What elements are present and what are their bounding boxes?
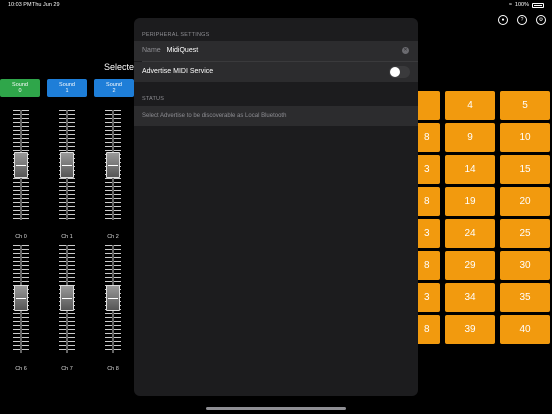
sound-button-number: 0	[18, 88, 22, 95]
toggle-knob	[390, 67, 400, 77]
pad-label: 8	[424, 260, 430, 271]
sound-button-2[interactable]: Sound 2	[94, 79, 134, 97]
advertise-toggle[interactable]	[389, 66, 410, 78]
pad-label: 8	[424, 132, 430, 143]
wifi-icon: ≈	[508, 2, 512, 8]
pad-label: 3	[424, 164, 430, 175]
toolbar: ● ? ⚙	[498, 15, 546, 25]
pad-10[interactable]: 10	[500, 123, 550, 152]
peripheral-settings-sheet: PERIPHERAL SETTINGS Name MidiQuest ✕ Adv…	[134, 18, 418, 396]
peripheral-settings-header: PERIPHERAL SETTINGS	[142, 32, 210, 38]
sound-button-number: 1	[65, 88, 69, 95]
channel-label: Ch 7	[61, 366, 73, 372]
pad-24[interactable]: 24	[445, 219, 495, 248]
battery-percent: 100%	[514, 2, 529, 8]
status-date: Thu Jun 29	[32, 2, 60, 8]
pad-4[interactable]: 4	[445, 91, 495, 120]
status-time: 10:03 PM	[8, 2, 32, 8]
pad-label: 8	[424, 324, 430, 335]
pad-20[interactable]: 20	[500, 187, 550, 216]
pad-34[interactable]: 34	[445, 283, 495, 312]
home-indicator[interactable]	[206, 407, 346, 410]
settings-icon[interactable]: ⚙	[536, 15, 546, 25]
status-indicators: ≈ 100%	[509, 2, 544, 8]
status-header: STATUS	[142, 96, 165, 102]
advertise-label: Advertise MIDI Service	[142, 68, 214, 75]
status-text: Select Advertise to be discoverable as L…	[142, 113, 287, 119]
pad-35[interactable]: 35	[500, 283, 550, 312]
channel-label: Ch 1	[61, 234, 73, 240]
channel-label: Ch 6	[15, 366, 27, 372]
pad-39[interactable]: 39	[445, 315, 495, 344]
pad-30[interactable]: 30	[500, 251, 550, 280]
fader-knob[interactable]	[14, 285, 28, 311]
pad-15[interactable]: 15	[500, 155, 550, 184]
pad-label: 8	[424, 196, 430, 207]
name-input[interactable]: MidiQuest	[167, 47, 199, 54]
status-bar: 10:03 PM Thu Jun 29 ≈ 100%	[0, 0, 552, 12]
channel-fader-2[interactable]: Ch 2	[101, 110, 125, 245]
advertise-row: Advertise MIDI Service	[134, 62, 418, 82]
pad-25[interactable]: 25	[500, 219, 550, 248]
status-row: Select Advertise to be discoverable as L…	[134, 106, 418, 126]
pad-29[interactable]: 29	[445, 251, 495, 280]
pad-label: 3	[424, 292, 430, 303]
fader-knob[interactable]	[60, 152, 74, 178]
clear-icon[interactable]: ✕	[402, 47, 409, 54]
pad-40[interactable]: 40	[500, 315, 550, 344]
name-label: Name	[142, 47, 161, 54]
sound-button-number: 2	[112, 88, 116, 95]
channel-label: Ch 8	[107, 366, 119, 372]
pad-19[interactable]: 19	[445, 187, 495, 216]
pad-14[interactable]: 14	[445, 155, 495, 184]
channel-fader-1[interactable]: Ch 1	[55, 110, 79, 245]
channel-fader-6[interactable]: Ch 6	[9, 245, 33, 375]
pad-9[interactable]: 9	[445, 123, 495, 152]
channel-fader-0[interactable]: Ch 0	[9, 110, 33, 245]
channel-fader-7[interactable]: Ch 7	[55, 245, 79, 375]
fader-knob[interactable]	[60, 285, 74, 311]
pad-label: 3	[424, 228, 430, 239]
fader-knob[interactable]	[14, 152, 28, 178]
name-row: Name MidiQuest ✕	[134, 41, 418, 61]
battery-icon	[532, 2, 544, 8]
fader-knob[interactable]	[106, 152, 120, 178]
channel-label: Ch 2	[107, 234, 119, 240]
sound-button-0[interactable]: Sound 0	[0, 79, 40, 97]
help-icon[interactable]: ?	[517, 15, 527, 25]
fader-knob[interactable]	[106, 285, 120, 311]
channel-label: Ch 0	[15, 234, 27, 240]
channel-fader-8[interactable]: Ch 8	[101, 245, 125, 375]
pad-5[interactable]: 5	[500, 91, 550, 120]
bluetooth-midi-icon[interactable]: ●	[498, 15, 508, 25]
sound-button-1[interactable]: Sound 1	[47, 79, 87, 97]
